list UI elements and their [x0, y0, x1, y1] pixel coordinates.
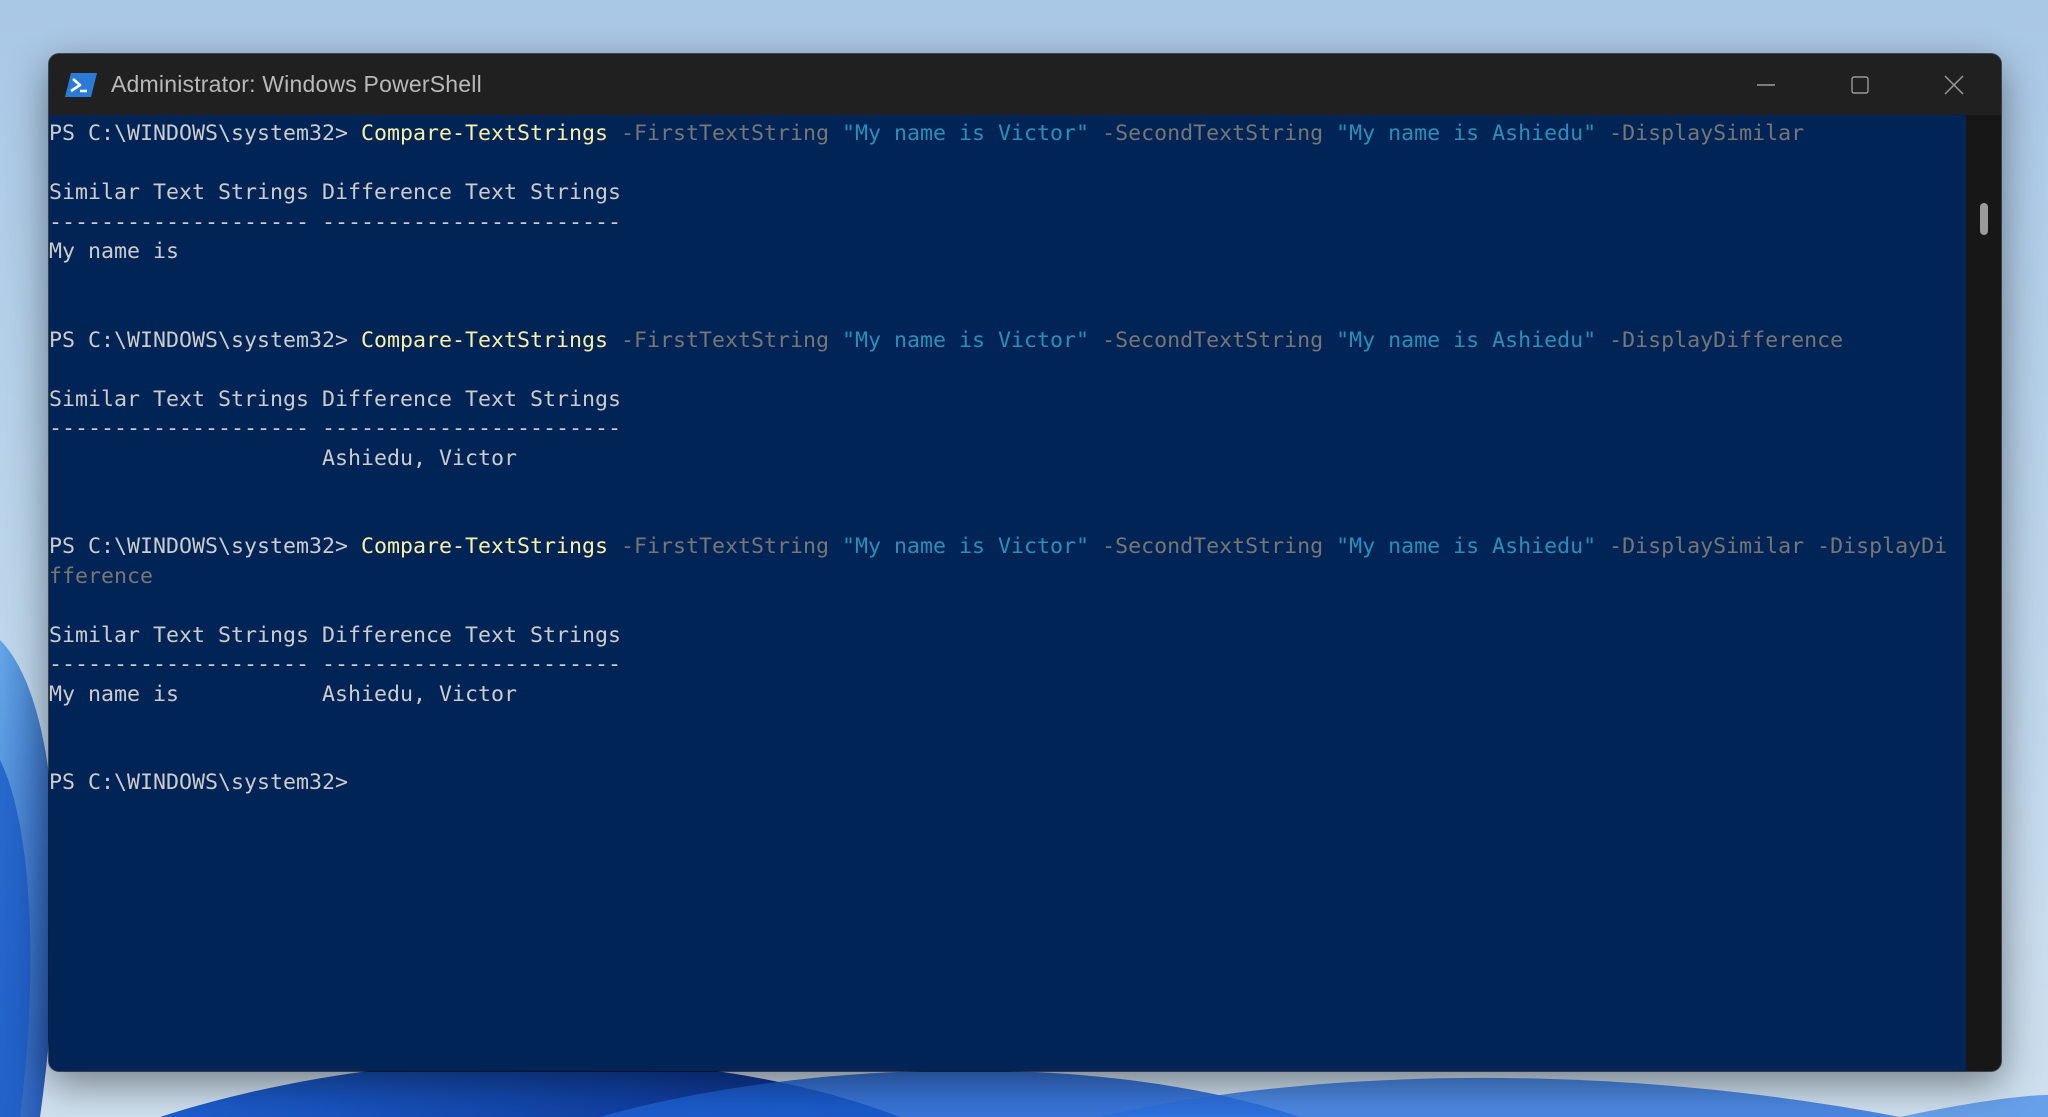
- command-parameter: -FirstTextString: [608, 121, 843, 146]
- terminal-text: PS C:\WINDOWS\system32>: [49, 534, 362, 559]
- terminal-line: -------------------- -------------------…: [49, 414, 1966, 444]
- terminal-line: PS C:\WINDOWS\system32> Compare-TextStri…: [49, 119, 1966, 149]
- command-parameter: -FirstTextString: [608, 534, 843, 559]
- command-parameter: -DisplayDifference: [1596, 327, 1844, 353]
- close-icon: [1944, 74, 1964, 95]
- terminal-text: PS C:\WINDOWS\system32>: [49, 327, 362, 353]
- command-parameter: -SecondTextString: [1089, 121, 1337, 146]
- terminal-line: fference: [49, 562, 1966, 592]
- terminal-output[interactable]: PS C:\WINDOWS\system32> Compare-TextStri…: [49, 115, 1966, 1071]
- terminal-text: -------------------- -------------------…: [49, 416, 622, 441]
- terminal-line: -------------------- -------------------…: [49, 650, 1966, 680]
- terminal-line: Ashiedu, Victor: [49, 444, 1966, 474]
- window-title: Administrator: Windows PowerShell: [111, 71, 482, 97]
- maximize-button[interactable]: [1813, 54, 1907, 115]
- string-literal: "My name is Victor": [842, 121, 1090, 146]
- vertical-scrollbar[interactable]: [1966, 115, 2001, 1071]
- terminal-line: My name is: [49, 237, 1966, 267]
- scrollbar-thumb[interactable]: [1980, 203, 1988, 235]
- maximize-icon: [1851, 75, 1869, 94]
- powershell-window[interactable]: Administrator: Windows PowerShell PS C:\…: [49, 54, 2001, 1071]
- string-literal: "My name is Ashiedu": [1336, 534, 1597, 559]
- string-literal: "My name is Victor": [842, 534, 1090, 559]
- terminal-text: Similar Text Strings Difference Text Str…: [49, 622, 622, 648]
- terminal-line: Similar Text Strings Difference Text Str…: [49, 621, 1966, 651]
- command-parameter: -SecondTextString: [1089, 534, 1337, 559]
- powershell-icon: [65, 72, 97, 97]
- terminal-text: -------------------- -------------------…: [49, 209, 622, 235]
- terminal-text: PS C:\WINDOWS\system32>: [49, 121, 362, 146]
- terminal-line: -------------------- -------------------…: [49, 208, 1966, 238]
- window-controls: [1719, 54, 2001, 115]
- terminal-line: Similar Text Strings Difference Text Str…: [49, 385, 1966, 415]
- terminal-text: Similar Text Strings Difference Text Str…: [49, 386, 622, 412]
- minimize-icon: [1757, 83, 1775, 86]
- terminal-line: Similar Text Strings Difference Text Str…: [49, 178, 1966, 208]
- terminal-text: -------------------- -------------------…: [49, 652, 622, 677]
- string-literal: "My name is Ashiedu": [1336, 121, 1597, 146]
- command-parameter: -DisplaySimilar -DisplayDi: [1596, 534, 1948, 559]
- minimize-button[interactable]: [1719, 54, 1813, 115]
- string-literal: "My name is Ashiedu": [1336, 327, 1597, 353]
- terminal-text: My name is: [49, 239, 180, 264]
- terminal-text: PS C:\WINDOWS\system32>: [49, 770, 349, 795]
- terminal-text: Similar Text Strings Difference Text Str…: [49, 180, 622, 205]
- title-bar[interactable]: Administrator: Windows PowerShell: [49, 54, 2001, 115]
- command-parameter: -SecondTextString: [1089, 327, 1337, 353]
- terminal-line: My name is Ashiedu, Victor: [49, 680, 1966, 710]
- command-name: Compare-TextStrings: [361, 534, 609, 559]
- terminal-text: Ashiedu, Victor: [49, 445, 518, 471]
- string-literal: "My name is Victor": [842, 327, 1090, 353]
- command-parameter: fference: [49, 563, 154, 589]
- command-parameter: -FirstTextString: [608, 327, 843, 353]
- terminal-line: PS C:\WINDOWS\system32> Compare-TextStri…: [49, 326, 1966, 356]
- command-name: Compare-TextStrings: [361, 121, 609, 146]
- terminal-line: PS C:\WINDOWS\system32>: [49, 768, 1966, 798]
- terminal-text: My name is Ashiedu, Victor: [49, 681, 518, 707]
- terminal-line: PS C:\WINDOWS\system32> Compare-TextStri…: [49, 532, 1966, 562]
- command-name: Compare-TextStrings: [361, 327, 609, 353]
- command-parameter: -DisplaySimilar: [1596, 121, 1805, 146]
- close-button[interactable]: [1907, 54, 2001, 115]
